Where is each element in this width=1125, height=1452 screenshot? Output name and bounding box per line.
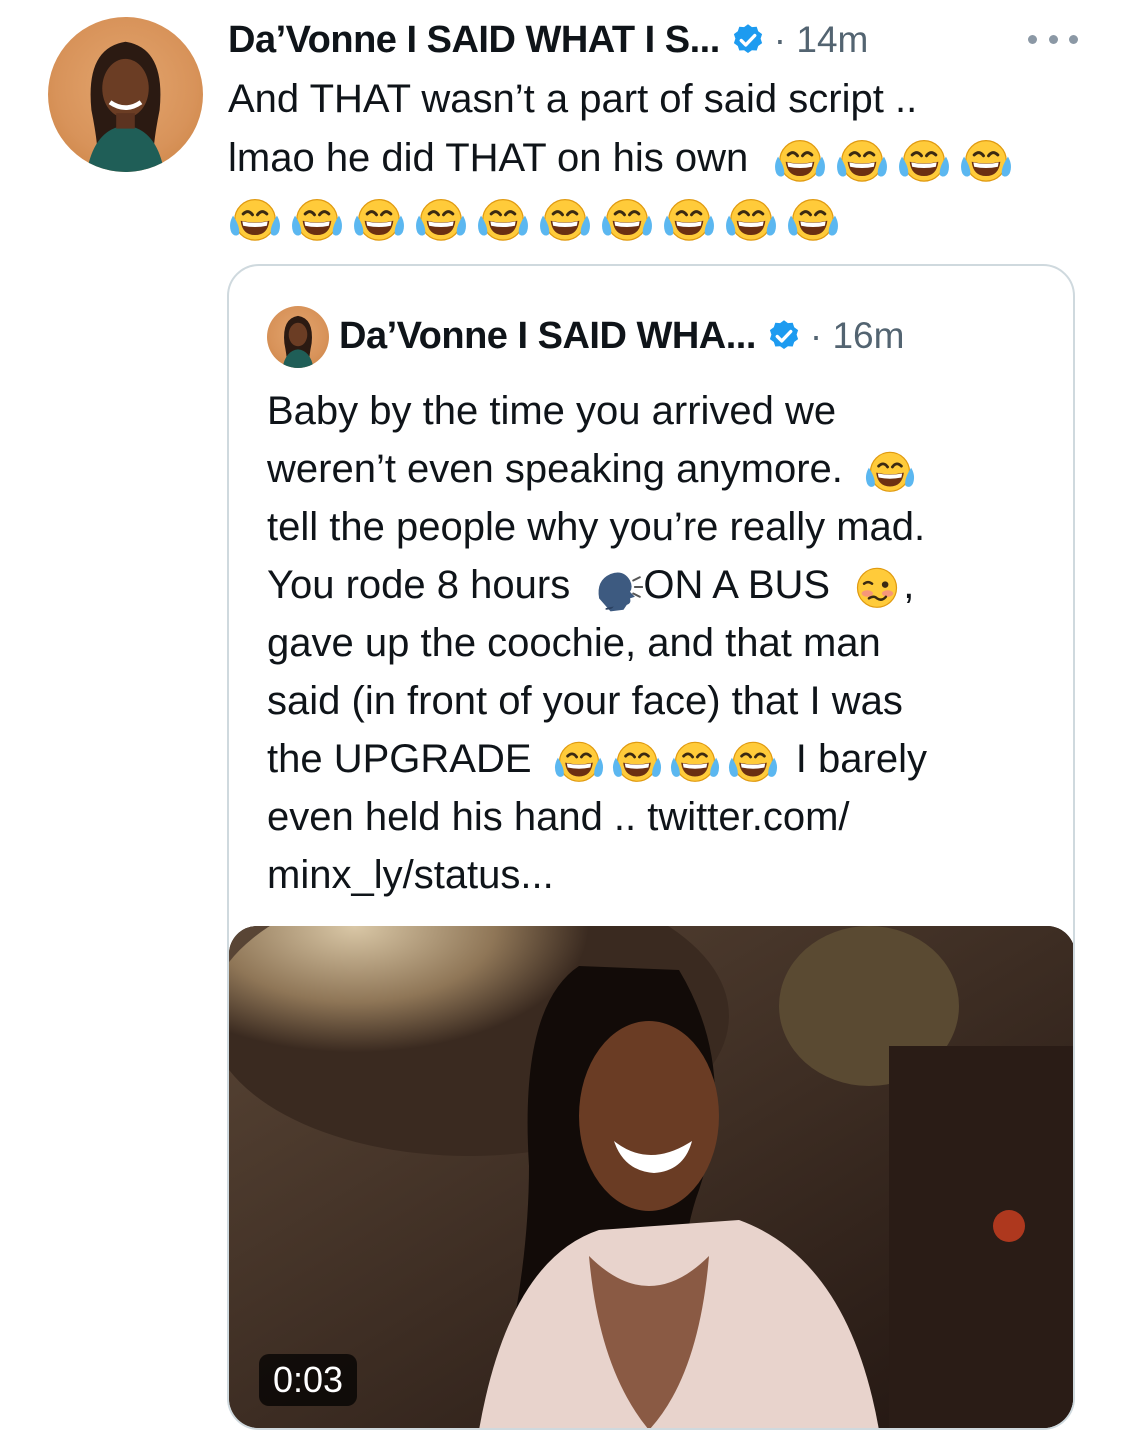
face-with-tears-of-joy-icon [662, 193, 716, 245]
quoted-author-avatar [267, 306, 329, 368]
woozy-face-icon [851, 562, 903, 612]
quoted-text-segment: weren’t even speaking anymore. [267, 447, 843, 491]
more-icon[interactable] [1028, 24, 1078, 54]
quoted-text-line: Baby by the time you arrived we [267, 389, 837, 433]
face-with-tears-of-joy-icon [611, 736, 663, 786]
tweet-header: Da’Vonne I SAID WHAT I S... · 14m [228, 14, 868, 66]
face-with-tears-of-joy-icon [959, 134, 1013, 186]
face-with-tears-of-joy-icon [669, 736, 721, 786]
face-with-tears-of-joy-icon [835, 134, 889, 186]
face-with-tears-of-joy-icon [897, 134, 951, 186]
video-thumbnail [229, 926, 1073, 1428]
quoted-tweet[interactable]: Da’Vonne I SAID WHA... · 16m Baby by the… [227, 264, 1075, 1430]
verified-badge-icon [730, 22, 766, 58]
face-with-tears-of-joy-icon [727, 736, 779, 786]
face-with-tears-of-joy-icon [352, 193, 406, 245]
quoted-text-line: You rode 8 hours ON A BUS , [267, 556, 1047, 614]
quoted-text-segment: You rode 8 hours [267, 563, 571, 607]
tweet-timestamp[interactable]: · 14m [774, 19, 869, 61]
face-with-tears-of-joy-icon [864, 446, 916, 496]
tweet-text-line: lmao he did THAT on his own [228, 129, 1088, 188]
author-name[interactable]: Da’Vonne I SAID WHAT I S... [228, 19, 720, 62]
face-with-tears-of-joy-icon [414, 193, 468, 245]
tweet-text-segment: lmao he did THAT on his own [228, 136, 749, 180]
face-with-tears-of-joy-icon [290, 193, 344, 245]
face-with-tears-of-joy-icon [476, 193, 530, 245]
video-duration-badge: 0:03 [259, 1354, 358, 1406]
tweet-text: And THAT wasn’t a part of said script ..… [228, 70, 1088, 247]
face-with-tears-of-joy-icon [600, 193, 654, 245]
author-avatar[interactable] [48, 17, 203, 172]
tweet-text-line: And THAT wasn’t a part of said script .. [228, 77, 918, 121]
face-with-tears-of-joy-icon [786, 193, 840, 245]
quoted-text-line: tell the people why you’re really mad. [267, 505, 926, 549]
quoted-text-line: gave up the coochie, and that man [267, 621, 881, 665]
face-with-tears-of-joy-icon [724, 193, 778, 245]
quoted-text-segment: I barely [795, 737, 927, 781]
face-with-tears-of-joy-icon [228, 193, 282, 245]
emoji-line [228, 188, 1088, 247]
quoted-tweet-header: Da’Vonne I SAID WHA... · 16m [339, 310, 904, 362]
quoted-text-line: even held his hand .. twitter.com/ [267, 795, 850, 839]
video-player[interactable]: 0:03 [229, 926, 1073, 1428]
face-with-tears-of-joy-icon [538, 193, 592, 245]
face-with-tears-of-joy-icon [773, 134, 827, 186]
quoted-tweet-timestamp: · 16m [809, 315, 905, 356]
quoted-text-segment: , [903, 563, 915, 607]
quoted-text-line: minx_ly/status... [267, 853, 554, 897]
verified-badge-icon [766, 318, 802, 354]
quoted-text-line: the UPGRADE I barely [267, 730, 1047, 788]
face-with-tears-of-joy-icon [553, 736, 605, 786]
quoted-text-line: said (in front of your face) that I was [267, 679, 903, 723]
quoted-text-line: weren’t even speaking anymore. [267, 440, 1047, 498]
quoted-author-name: Da’Vonne I SAID WHA... [339, 314, 756, 357]
quoted-text-segment: the UPGRADE [267, 737, 532, 781]
quoted-text-segment: ON A BUS [643, 563, 831, 607]
quoted-tweet-text: Baby by the time you arrived we weren’t … [267, 382, 1047, 904]
speaking-head-icon [591, 562, 643, 612]
